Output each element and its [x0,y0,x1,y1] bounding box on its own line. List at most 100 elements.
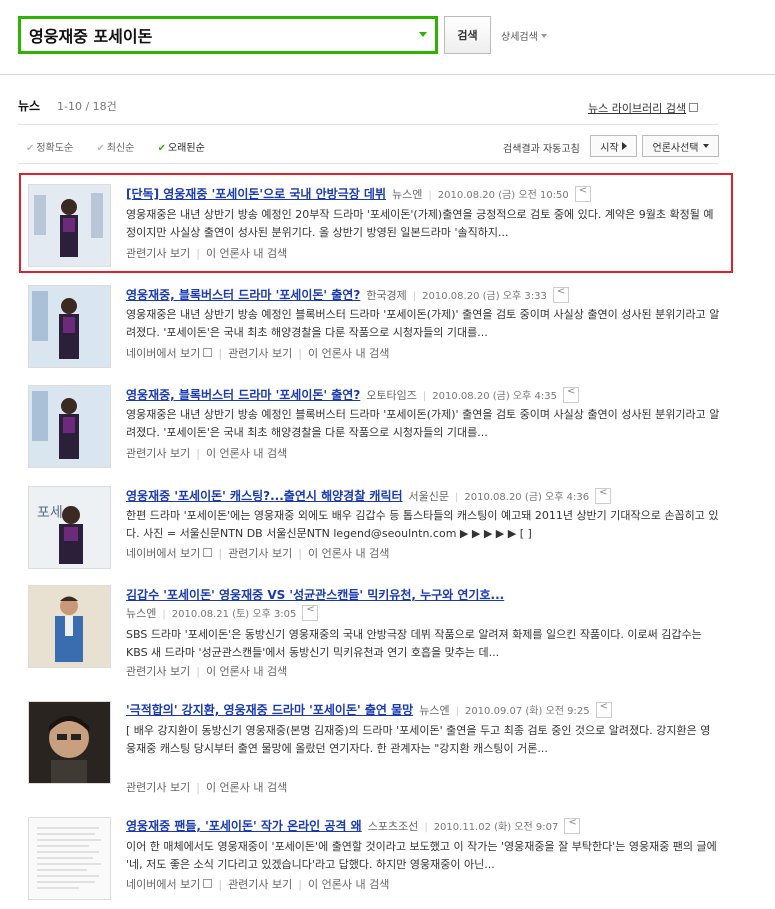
share-icon[interactable] [552,286,569,303]
separator: | [218,347,223,360]
related-articles-link[interactable]: 관련기사 보기 [228,878,292,891]
press-select-label: 언론사선택 [652,142,699,154]
chevron-down-icon [540,34,547,38]
document-image-icon [29,818,110,899]
result-title-line: 영웅재중, 블록버스터 드라마 '포세이돈' 출연? 한국경제 | 2010.08.2… [126,286,569,303]
external-window-icon [689,103,699,112]
result-meta-line: 뉴스엔 | 2010.08.21 (토) 오후 3:05 [126,604,319,621]
result-source[interactable]: 뉴스엔 [392,188,422,201]
press-select-button[interactable]: 언론사선택 [642,135,719,157]
result-links: 네이버에서 보기 | 관련기사 보기 | 이 언론사 내 검색 [126,876,389,892]
person-photo-icon: 포세 [29,487,110,568]
separator: | [162,609,166,620]
share-icon[interactable] [595,701,612,718]
related-articles-link[interactable]: 관련기사 보기 [126,781,190,794]
person-photo-icon [29,286,110,367]
result-description: 한편 드라마 '포세이돈'에는 영웅재중 외에도 배우 김갑수 등 톱스타들의 … [126,509,719,540]
result-thumbnail[interactable] [28,585,111,668]
result-title-link[interactable]: 김갑수 '포세이돈' 영웅재중 VS '성균관스캔들' 믹키유천, 누구와 연기… [126,588,504,602]
sort-oldest[interactable]: ✔ 오래된순 [158,143,215,154]
result-title-link[interactable]: 영웅재중, 블록버스터 드라마 '포세이돈' 출연? [126,288,360,302]
separator: | [298,347,302,360]
share-icon[interactable] [595,487,612,504]
result-thumbnail[interactable] [28,701,111,784]
press-search-link[interactable]: 이 언론사 내 검색 [308,878,389,891]
result-date: 2010.09.07 (화) 오전 9:25 [464,706,590,717]
related-articles-link[interactable]: 관련기사 보기 [126,247,190,260]
result-date: 2010.08.20 (금) 오전 10:50 [437,190,569,201]
share-icon[interactable] [562,386,579,403]
related-articles-link[interactable]: 관련기사 보기 [126,665,190,678]
naver-view-link[interactable]: 네이버에서 보기 [126,878,213,891]
advanced-search-toggle[interactable]: 상세검색 [501,28,547,43]
result-links: 관련기사 보기 | 이 언론사 내 검색 [126,663,287,679]
autocomplete-arrow-icon[interactable] [419,32,427,37]
result-title-link[interactable]: 영웅재중 팬들, '포세이돈' 작가 온라인 공격 왜 [126,819,362,833]
press-search-link[interactable]: 이 언론사 내 검색 [308,547,389,560]
share-icon[interactable] [564,817,581,834]
auto-refresh-start-button[interactable]: 시작 [590,135,637,157]
advanced-search-label: 상세검색 [501,32,538,43]
sort-latest[interactable]: ✔ 최신순 [96,143,144,154]
section-title: 뉴스 [18,99,41,113]
result-thumbnail[interactable] [28,285,111,368]
search-box[interactable] [18,16,438,54]
share-icon[interactable] [574,185,591,202]
result-count: 1-10 / 18건 [57,100,117,113]
sort-accuracy[interactable]: ✔ 정확도순 [26,143,83,154]
result-title-line: [단독] 영웅재중 '포세이돈'으로 국내 안방극장 데뷔 뉴스엔 | 2010.08… [126,185,591,202]
result-source[interactable]: 오토타임즈 [366,389,417,402]
result-description: [ 배우 강지환이 동방신기 영웅재중(본명 김재중)의 드라마 '포세이돈' … [126,724,711,755]
press-search-link[interactable]: 이 언론사 내 검색 [206,447,287,460]
related-articles-link[interactable]: 관련기사 보기 [228,547,292,560]
result-source[interactable]: 뉴스엔 [126,607,156,620]
news-library-link[interactable]: 뉴스 라이브러리 검색 [588,100,699,116]
related-articles-link[interactable]: 관련기사 보기 [228,347,292,360]
related-articles-link[interactable]: 관련기사 보기 [126,447,190,460]
result-links: 관련기사 보기 | 이 언론사 내 검색 [126,779,287,795]
result-source[interactable]: 한국경제 [366,289,406,302]
result-title-link[interactable]: '극적합의' 강지환, 영웅재중 드라마 '포세이돈' 출연 물망 [126,703,413,717]
result-source[interactable]: 뉴스엔 [419,704,449,717]
result-title-link[interactable]: [단독] 영웅재중 '포세이돈'으로 국내 안방극장 데뷔 [126,187,386,201]
start-label: 시작 [600,142,619,154]
result-thumbnail[interactable] [28,385,111,468]
result-date: 2010.08.20 (금) 오후 4:35 [432,391,557,402]
naver-view-label: 네이버에서 보기 [126,878,201,891]
result-thumbnail[interactable]: 포세 [28,486,111,569]
press-search-link[interactable]: 이 언론사 내 검색 [308,347,389,360]
result-links: 네이버에서 보기 | 관련기사 보기 | 이 언론사 내 검색 [126,345,389,361]
result-title-line: 영웅재중 팬들, '포세이돈' 작가 온라인 공격 왜 스포츠조선 | 2010.11… [126,817,581,834]
result-title-line: 영웅재중, 블록버스터 드라마 '포세이돈' 출연? 오토타임즈 | 2010.08.… [126,386,579,403]
external-window-icon [203,348,213,357]
result-date: 2010.08.20 (금) 오후 3:33 [422,291,547,302]
share-icon[interactable] [302,604,319,621]
naver-view-link[interactable]: 네이버에서 보기 [126,347,213,360]
sort-latest-label: 최신순 [106,143,135,154]
chevron-down-icon [702,144,709,148]
press-search-link[interactable]: 이 언론사 내 검색 [206,665,287,678]
result-title-link[interactable]: 영웅재중 '포세이돈' 캐스팅?...출연시 해양경찰 캐릭터 [126,489,403,503]
result-description: 영웅재중은 내년 상반기 방송 예정인 블록버스터 드라마 '포세이돈(가제)'… [126,408,720,439]
press-search-link[interactable]: 이 언론사 내 검색 [206,247,287,260]
naver-view-label: 네이버에서 보기 [126,347,201,360]
result-links: 관련기사 보기 | 이 언론사 내 검색 [126,245,287,261]
search-button[interactable]: 검색 [444,16,491,54]
separator: | [422,391,427,402]
external-window-icon [203,879,213,888]
result-thumbnail[interactable] [28,817,111,900]
result-title-link[interactable]: 영웅재중, 블록버스터 드라마 '포세이돈' 출연? [126,388,360,402]
sort-oldest-label: 오래된순 [167,143,205,154]
result-thumbnail[interactable] [28,184,111,267]
news-library-label: 뉴스 라이브러리 검색 [588,102,687,115]
person-photo-icon [29,586,110,667]
press-search-link[interactable]: 이 언론사 내 검색 [206,781,287,794]
svg-text:포세: 포세 [37,505,63,521]
result-source[interactable]: 스포츠조선 [368,820,419,833]
search-input[interactable] [29,22,409,48]
check-icon: ✔ [157,143,166,154]
external-window-icon [203,548,213,557]
result-source[interactable]: 서울신문 [409,490,449,503]
result-title-line: 영웅재중 '포세이돈' 캐스팅?...출연시 해양경찰 캐릭터 서울신문 | 2010… [126,487,612,504]
naver-view-link[interactable]: 네이버에서 보기 [126,547,213,560]
